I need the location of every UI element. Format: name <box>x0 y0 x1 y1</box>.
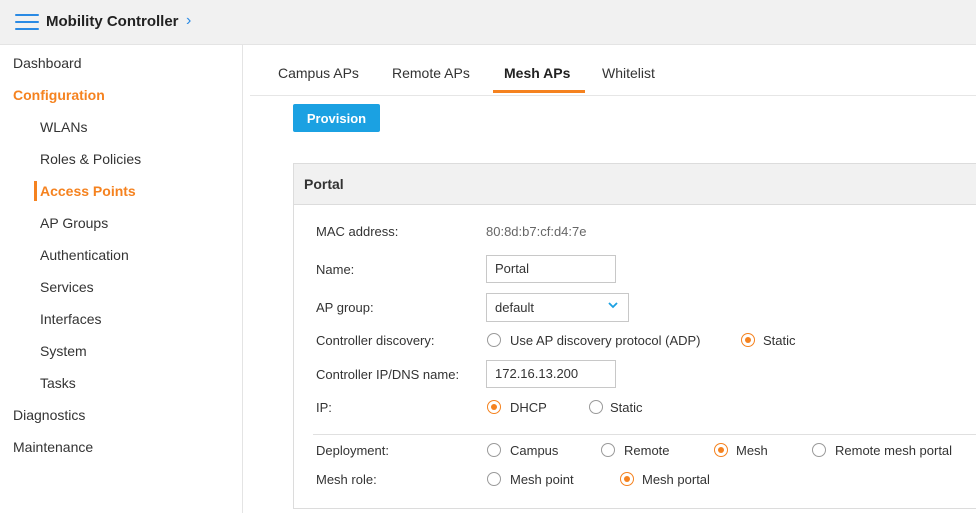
discovery-adp-label[interactable]: Use AP discovery protocol (ADP) <box>510 333 701 348</box>
sidebar-item-interfaces[interactable]: Interfaces <box>40 311 101 327</box>
panel-header: Portal <box>294 164 976 205</box>
discovery-static-label[interactable]: Static <box>763 333 796 348</box>
sidebar-item-authentication[interactable]: Authentication <box>40 247 129 263</box>
deployment-label: Deployment: <box>316 443 389 458</box>
mesh-role-portal-label[interactable]: Mesh portal <box>642 472 710 487</box>
sidebar-item-access-points[interactable]: Access Points <box>40 183 136 199</box>
sidebar-item-diagnostics[interactable]: Diagnostics <box>13 407 85 423</box>
deployment-remote-radio[interactable] <box>601 443 615 457</box>
ap-group-select[interactable]: default <box>486 293 629 322</box>
app-title[interactable]: Mobility Controller <box>46 13 179 30</box>
form-divider <box>313 434 976 435</box>
sidebar-item-roles-policies[interactable]: Roles & Policies <box>40 151 141 167</box>
chevron-right-icon[interactable]: › <box>186 12 191 30</box>
tab-remote-aps[interactable]: Remote APs <box>392 65 470 81</box>
ip-static-radio[interactable] <box>589 400 603 414</box>
deployment-mesh-radio[interactable] <box>714 443 728 457</box>
tab-bar: Campus APs Remote APs Mesh APs Whitelist <box>250 45 976 96</box>
sidebar: Dashboard Configuration WLANs Roles & Po… <box>0 45 243 513</box>
controller-ip-input[interactable]: 172.16.13.200 <box>486 360 616 388</box>
deployment-remote-mesh-portal-label[interactable]: Remote mesh portal <box>835 443 952 458</box>
sidebar-item-tasks[interactable]: Tasks <box>40 375 76 391</box>
deployment-remote-label[interactable]: Remote <box>624 443 670 458</box>
active-tab-underline <box>493 90 585 93</box>
name-label: Name: <box>316 262 355 277</box>
discovery-adp-radio[interactable] <box>487 333 501 347</box>
controller-ip-label: Controller IP/DNS name: <box>316 367 460 382</box>
deployment-mesh-label[interactable]: Mesh <box>736 443 768 458</box>
deployment-remote-mesh-portal-radio[interactable] <box>812 443 826 457</box>
ip-dhcp-label[interactable]: DHCP <box>510 400 547 415</box>
mac-address-value: 80:8d:b7:cf:d4:7e <box>486 224 587 239</box>
sidebar-item-dashboard[interactable]: Dashboard <box>13 55 82 71</box>
sidebar-item-ap-groups[interactable]: AP Groups <box>40 215 108 231</box>
controller-discovery-label: Controller discovery: <box>316 333 435 348</box>
hamburger-menu-icon[interactable] <box>15 14 39 32</box>
mesh-role-point-label[interactable]: Mesh point <box>510 472 574 487</box>
discovery-static-radio[interactable] <box>741 333 755 347</box>
ip-label: IP: <box>316 400 332 415</box>
sidebar-item-configuration[interactable]: Configuration <box>13 87 105 103</box>
mac-address-label: MAC address: <box>316 224 399 239</box>
panel-title: Portal <box>304 176 344 192</box>
tab-campus-aps[interactable]: Campus APs <box>278 65 359 81</box>
mesh-role-point-radio[interactable] <box>487 472 501 486</box>
provision-button[interactable]: Provision <box>293 104 380 132</box>
sidebar-item-wlans[interactable]: WLANs <box>40 119 87 135</box>
deployment-campus-radio[interactable] <box>487 443 501 457</box>
ap-group-value: default <box>495 300 535 315</box>
ip-dhcp-radio[interactable] <box>487 400 501 414</box>
top-bar: Mobility Controller › <box>0 0 976 45</box>
mesh-role-label: Mesh role: <box>316 472 377 487</box>
tab-mesh-aps[interactable]: Mesh APs <box>504 65 570 81</box>
chevron-down-icon <box>608 302 618 309</box>
sidebar-item-services[interactable]: Services <box>40 279 94 295</box>
ip-static-label[interactable]: Static <box>610 400 643 415</box>
sidebar-item-maintenance[interactable]: Maintenance <box>13 439 93 455</box>
sidebar-item-system[interactable]: System <box>40 343 87 359</box>
active-indicator <box>34 181 37 201</box>
deployment-campus-label[interactable]: Campus <box>510 443 558 458</box>
ap-group-label: AP group: <box>316 300 374 315</box>
tab-whitelist[interactable]: Whitelist <box>602 65 655 81</box>
name-input[interactable]: Portal <box>486 255 616 283</box>
mesh-role-portal-radio[interactable] <box>620 472 634 486</box>
